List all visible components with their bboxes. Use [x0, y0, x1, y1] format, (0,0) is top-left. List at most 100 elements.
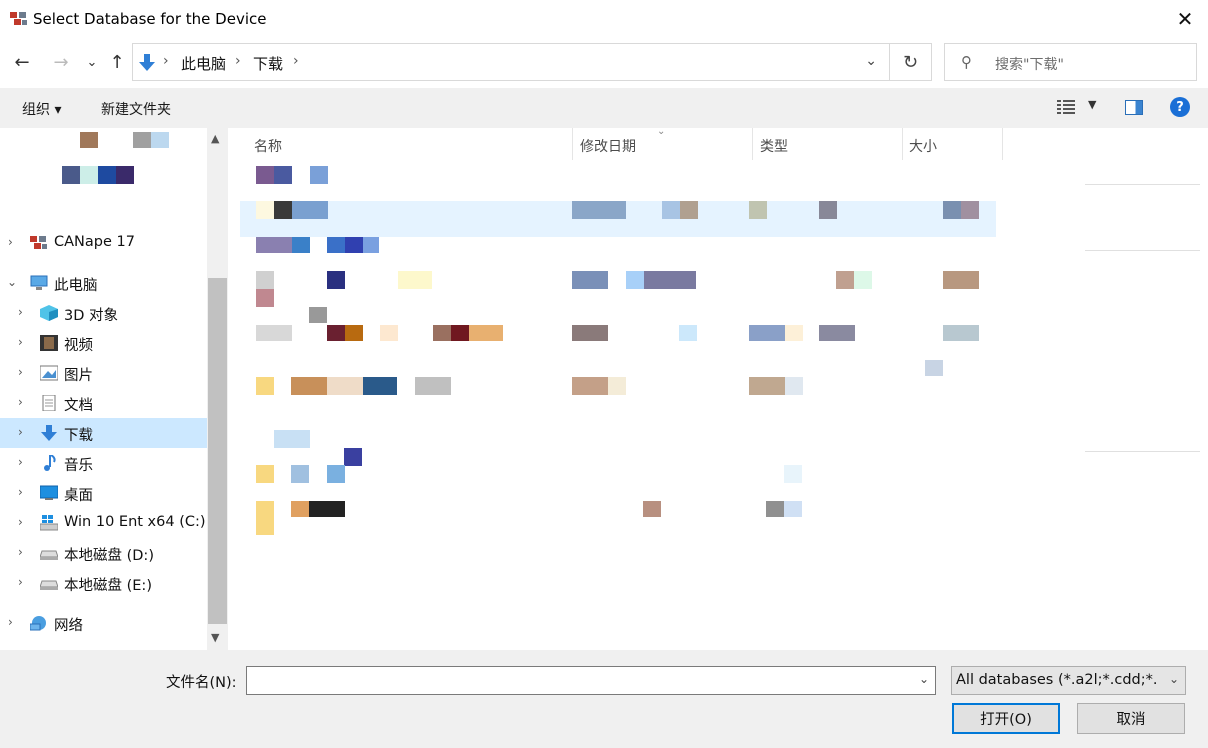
new-folder-button[interactable]: 新建文件夹 [101, 99, 171, 119]
column-divider[interactable] [902, 128, 903, 160]
chevron-right-icon[interactable]: › [18, 545, 23, 559]
redacted-block [292, 201, 328, 219]
sidebar-item-label: 3D 对象 [64, 308, 118, 324]
up-button[interactable]: ↑ [103, 48, 131, 76]
redacted-block [679, 325, 697, 341]
sidebar-item-drive-d[interactable]: › 本地磁盘 (D:) [0, 538, 207, 568]
scroll-down-icon[interactable]: ▼ [211, 631, 219, 644]
sidebar-item-label: 下载 [64, 428, 93, 444]
sidebar-item-3d-objects[interactable]: › 3D 对象 [0, 298, 207, 328]
redacted-block [291, 501, 309, 517]
redacted-block [327, 271, 345, 289]
back-button[interactable]: ← [8, 48, 36, 76]
chevron-right-icon[interactable]: › [18, 335, 23, 349]
chevron-down-icon[interactable]: ⌄ [1169, 672, 1179, 686]
scrollbar-thumb[interactable] [208, 278, 227, 624]
recent-locations-button[interactable]: ⌄ [78, 48, 106, 76]
column-header-date[interactable]: 修改日期 [580, 136, 636, 156]
chevron-right-icon[interactable]: › [18, 365, 23, 379]
chevron-right-icon[interactable]: › [18, 575, 23, 589]
sidebar-item-videos[interactable]: › 视频 [0, 328, 207, 358]
sidebar-item-this-pc[interactable]: ⌄ 此电脑 [0, 268, 207, 298]
scroll-up-icon[interactable]: ▲ [211, 132, 219, 145]
breadcrumb-downloads[interactable]: 下载 [253, 53, 283, 74]
sidebar-item-music[interactable]: › 音乐 [0, 448, 207, 478]
column-divider[interactable] [572, 128, 573, 160]
address-bar[interactable]: › 此电脑 › 下载 › ⌄ [132, 43, 890, 81]
sidebar-item-label: 本地磁盘 (D:) [64, 548, 154, 564]
chevron-right-icon[interactable]: › [8, 235, 13, 249]
sidebar-item-drive-c[interactable]: › Win 10 Ent x64 (C:) [0, 508, 207, 538]
chevron-down-icon[interactable]: ⌄ [865, 53, 877, 69]
redacted-block [98, 166, 116, 184]
chevron-right-icon[interactable]: › [18, 515, 23, 529]
filename-input[interactable]: ⌄ [246, 666, 936, 695]
chevron-down-icon[interactable]: ⌄ [919, 672, 929, 686]
redacted-block [680, 201, 698, 219]
redacted-block [380, 325, 398, 341]
computer-icon [30, 275, 48, 290]
forward-button[interactable]: → [47, 48, 75, 76]
sidebar-item-label: 桌面 [64, 488, 93, 504]
breadcrumb-separator[interactable]: › [293, 53, 299, 69]
chevron-down-icon[interactable]: ⌄ [7, 275, 17, 289]
chevron-right-icon[interactable]: › [18, 395, 23, 409]
breadcrumb-separator[interactable]: › [163, 53, 169, 69]
sidebar-item-label: CANape 17 [54, 234, 135, 250]
chevron-right-icon[interactable]: › [18, 455, 23, 469]
redacted-block [644, 271, 696, 289]
app-icon [10, 12, 27, 25]
filetype-select[interactable]: All databases (*.a2l;*.cdd;*.ecu ⌄ [951, 666, 1186, 695]
filename-label: 文件名(N): [166, 675, 237, 691]
redacted-block [766, 501, 784, 517]
sidebar-item-drive-e[interactable]: › 本地磁盘 (E:) [0, 568, 207, 598]
documents-icon [42, 395, 56, 411]
navigation-pane: › CANape 17 ⌄ 此电脑 › 3D 对象 › 视频 › 图片 › 文档… [0, 128, 207, 650]
redacted-block [749, 377, 785, 395]
redacted-block [469, 325, 503, 341]
redacted-block [785, 325, 803, 341]
redacted-block [433, 325, 451, 341]
chevron-right-icon[interactable]: › [18, 305, 23, 319]
sidebar-item-downloads[interactable]: › 下载 [0, 418, 207, 448]
column-header-size[interactable]: 大小 [909, 136, 937, 156]
close-button[interactable]: ✕ [1162, 0, 1208, 38]
sidebar-item-label: 图片 [64, 368, 93, 384]
sidebar-scrollbar[interactable]: ▲ ▼ [207, 128, 228, 650]
organize-button[interactable]: 组织 ▾ [22, 99, 61, 119]
column-header-type[interactable]: 类型 [760, 136, 788, 156]
view-options-dropdown[interactable]: ▼ [1088, 98, 1096, 111]
open-button[interactable]: 打开(O) [952, 703, 1060, 734]
3d-objects-icon [40, 305, 58, 321]
column-divider[interactable] [752, 128, 753, 160]
sidebar-item-documents[interactable]: › 文档 [0, 388, 207, 418]
redacted-block [608, 377, 626, 395]
video-icon [40, 335, 58, 351]
redacted-block [256, 325, 292, 341]
sidebar-item-pictures[interactable]: › 图片 [0, 358, 207, 388]
sidebar-item-desktop[interactable]: › 桌面 [0, 478, 207, 508]
sidebar-item-network[interactable]: › 网络 [0, 608, 207, 638]
chevron-right-icon[interactable]: › [8, 615, 13, 629]
redacted-block [256, 237, 292, 253]
column-divider[interactable] [1002, 128, 1003, 160]
help-icon[interactable]: ? [1170, 97, 1190, 117]
redacted-block [256, 377, 274, 395]
search-box[interactable]: ⚲ 搜索"下载" [944, 43, 1197, 81]
breadcrumb-separator[interactable]: › [235, 53, 241, 69]
chevron-right-icon[interactable]: › [18, 485, 23, 499]
title-bar: Select Database for the Device ✕ [0, 0, 1208, 38]
download-icon [41, 425, 57, 441]
cancel-button[interactable]: 取消 [1077, 703, 1185, 734]
redacted-block [116, 166, 134, 184]
refresh-button[interactable]: ↻ [889, 43, 932, 81]
chevron-right-icon[interactable]: › [18, 425, 23, 439]
redacted-block [785, 377, 803, 395]
preview-pane-icon[interactable] [1125, 100, 1143, 115]
sort-indicator-icon: ⌄ [657, 128, 666, 137]
sidebar-item-canape[interactable]: › CANape 17 [0, 228, 207, 258]
drive-icon [40, 550, 58, 560]
view-details-icon[interactable] [1057, 100, 1075, 114]
column-header-name[interactable]: 名称 [254, 136, 282, 156]
breadcrumb-this-pc[interactable]: 此电脑 [181, 53, 226, 74]
